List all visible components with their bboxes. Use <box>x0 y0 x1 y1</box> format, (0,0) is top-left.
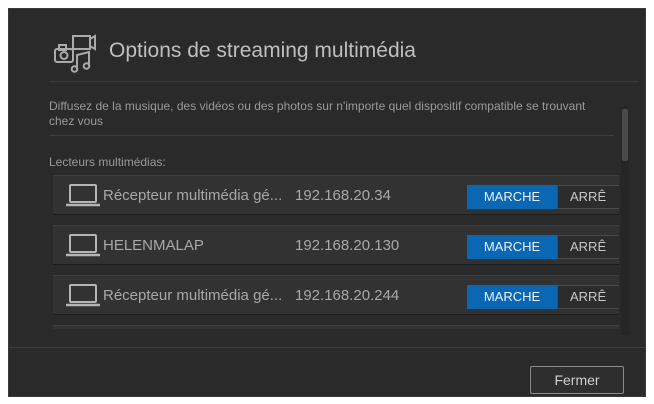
media-players-list[interactable]: Récepteur multimédia gé... 192.168.20.34… <box>53 175 619 329</box>
media-player-row <box>53 325 619 329</box>
media-player-name: Récepteur multimédia gé... <box>103 187 283 204</box>
footer-divider <box>9 347 645 348</box>
on-button[interactable]: MARCHE <box>467 285 557 309</box>
laptop-icon <box>66 184 100 207</box>
off-button[interactable]: ARRÊ <box>557 185 619 209</box>
media-player-row: Récepteur multimédia gé... 192.168.20.24… <box>53 275 619 315</box>
dialog-header: Options de streaming multimédia <box>49 29 639 82</box>
media-player-ip: 192.168.20.130 <box>295 237 400 254</box>
media-player-name: HELENMALAP <box>103 237 204 254</box>
on-button[interactable]: MARCHE <box>467 185 557 209</box>
media-players-label: Lecteurs multimédias: <box>49 155 166 169</box>
scrollbar-thumb[interactable] <box>622 109 628 161</box>
media-player-ip: 192.168.20.244 <box>295 287 400 304</box>
dialog-title: Options de streaming multimédia <box>109 39 416 62</box>
close-button[interactable]: Fermer <box>530 366 624 394</box>
on-off-toggle[interactable]: MARCHE ARRÊ <box>467 235 619 259</box>
laptop-icon <box>66 284 100 307</box>
dialog-description: Diffusez de la musique, des vidéos ou de… <box>49 99 614 136</box>
on-button[interactable]: MARCHE <box>467 235 557 259</box>
list-scrollbar[interactable] <box>621 107 629 335</box>
media-player-ip: 192.168.20.34 <box>295 187 391 204</box>
media-streaming-dialog: Options de streaming multimédia Diffusez… <box>8 8 646 397</box>
off-button[interactable]: ARRÊ <box>557 235 619 259</box>
media-player-row: Récepteur multimédia gé... 192.168.20.34… <box>53 175 619 215</box>
on-off-toggle[interactable]: MARCHE ARRÊ <box>467 285 619 309</box>
media-streaming-icon <box>54 34 96 73</box>
laptop-icon <box>66 234 100 257</box>
media-player-row: HELENMALAP 192.168.20.130 MARCHE ARRÊ <box>53 225 619 265</box>
on-off-toggle[interactable]: MARCHE ARRÊ <box>467 185 619 209</box>
off-button[interactable]: ARRÊ <box>557 285 619 309</box>
media-player-name: Récepteur multimédia gé... <box>103 287 283 304</box>
